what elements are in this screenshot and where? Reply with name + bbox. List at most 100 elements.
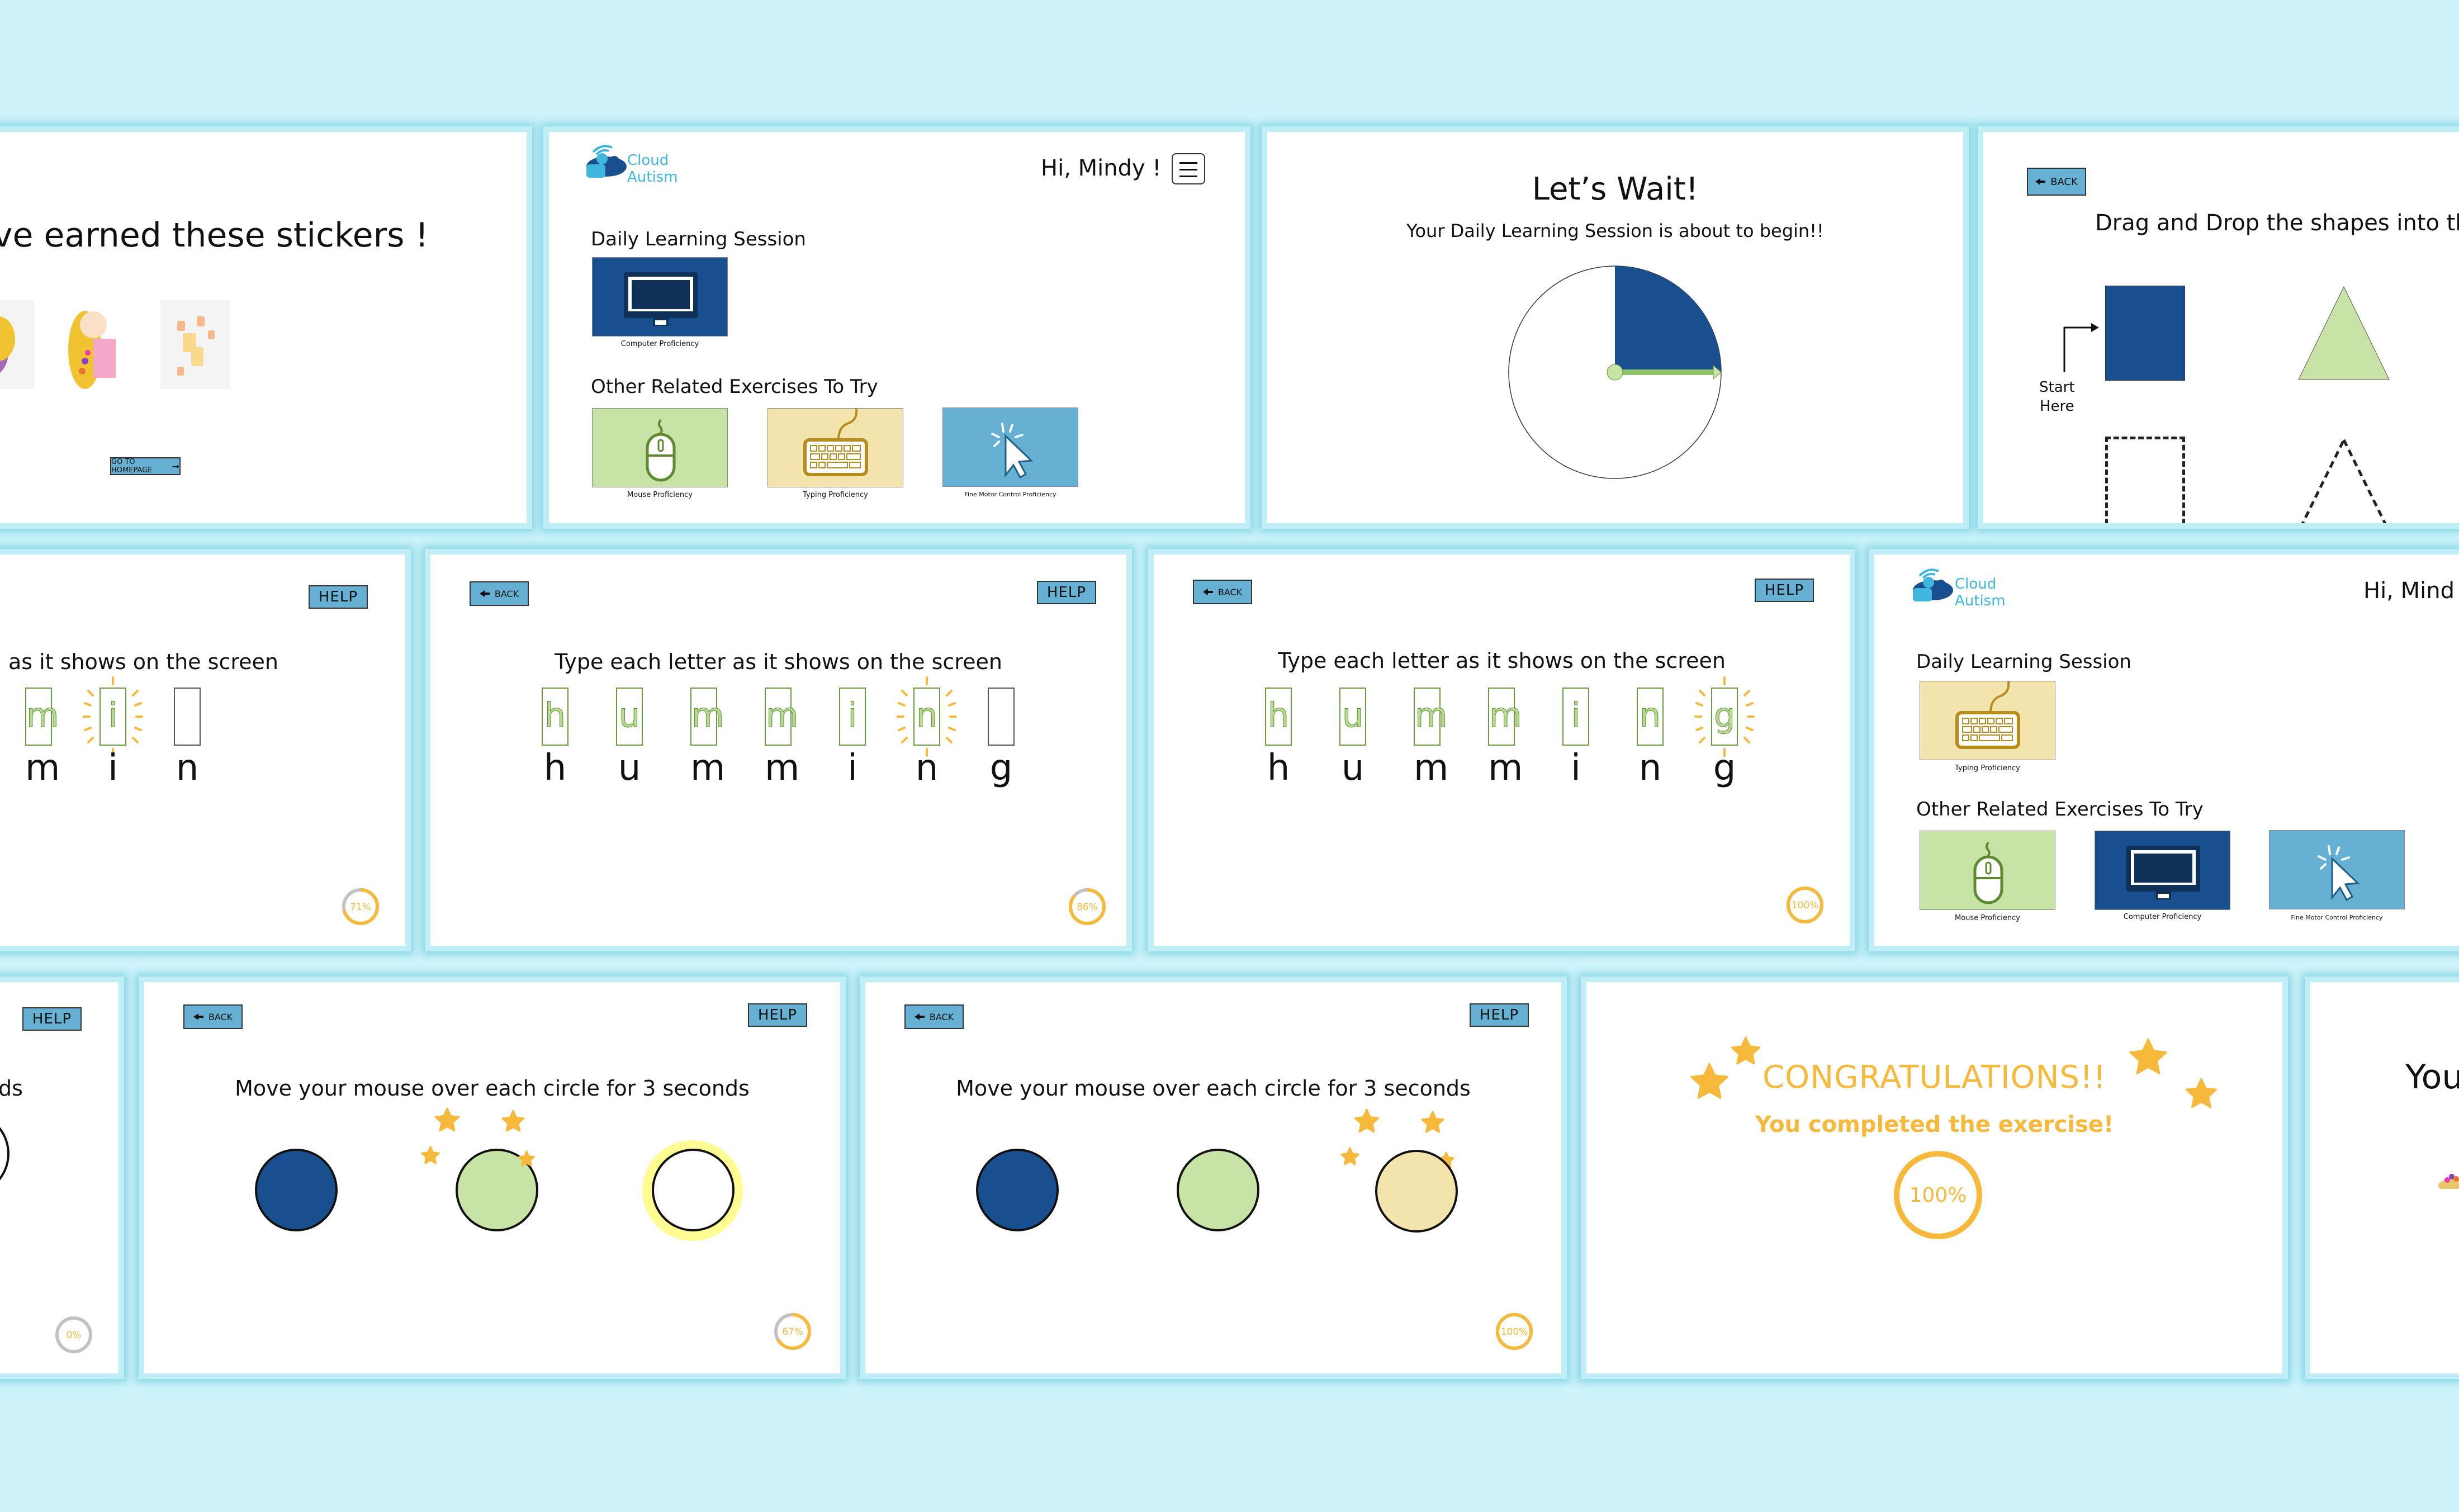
target-letter: i <box>847 747 857 789</box>
wait-screen: Let’s Wait! Your Daily Learning Session … <box>1267 132 1963 523</box>
progress-label: 100% <box>1501 1326 1528 1338</box>
computer-proficiency-label: Computer Proficiency <box>620 340 699 348</box>
mouse-proficiency-tile[interactable] <box>1920 831 2055 910</box>
target-letter: n <box>1638 747 1662 789</box>
cloud-autism-logo-icon <box>1912 566 1954 601</box>
help-button[interactable]: HELP <box>22 1007 82 1031</box>
back-label: BACK <box>2050 176 2078 188</box>
help-button[interactable]: HELP <box>1037 581 1096 604</box>
completion-percent: 100% <box>1909 1183 1967 1207</box>
go-to-homepage-button[interactable]: GO TO HOMEPAGE ➞ <box>110 457 181 475</box>
draggable-square[interactable] <box>2105 286 2185 381</box>
computer-proficiency-tile[interactable] <box>592 257 728 336</box>
arrow-left-icon <box>479 590 490 597</box>
congratulations-screen: CONGRATULATIONS!! You completed the exer… <box>1586 982 2282 1373</box>
progress-label: 100% <box>1792 900 1819 911</box>
letter-box[interactable]: m <box>1488 688 1522 746</box>
help-label: HELP <box>1046 584 1087 601</box>
target-letter: g <box>989 747 1013 789</box>
progress-label: 86% <box>1077 902 1098 913</box>
mouse-icon <box>646 419 676 482</box>
sticker-partial-icon <box>2436 1167 2459 1193</box>
mouse-proficiency-label: Mouse Proficiency <box>1955 914 2020 922</box>
progress-label: 71% <box>350 902 371 913</box>
back-label: BACK <box>1217 586 1243 598</box>
help-button[interactable]: HELP <box>1755 579 1814 602</box>
logo-text: Cloud Autism <box>627 152 678 186</box>
target-letter: m <box>1414 747 1449 789</box>
star-icon <box>434 1107 460 1132</box>
letter-box[interactable]: h <box>1265 688 1292 746</box>
arrow-right-icon: ➞ <box>172 461 179 472</box>
fine-motor-tile[interactable] <box>2269 830 2405 909</box>
letter-box[interactable]: i <box>100 688 126 746</box>
daily-session-heading: Daily Learning Session <box>591 228 806 250</box>
timer-elapsed-wedge <box>1615 266 1721 372</box>
other-exercises-heading: Other Related Exercises To Try <box>591 376 878 398</box>
letter-box[interactable]: m <box>765 688 799 746</box>
drag-instruction: Drag and Drop the shapes into their <box>2095 210 2459 236</box>
help-label: HELP <box>1764 582 1804 599</box>
typing-screen-71: HELP as it shows on the screen mmiin 71% <box>0 554 405 946</box>
letter-box[interactable]: m <box>1414 688 1448 746</box>
progress-ring: 100% <box>1495 1312 1534 1351</box>
typing-proficiency-tile[interactable] <box>1920 681 2055 760</box>
help-button[interactable]: HELP <box>309 585 368 609</box>
keyboard-icon <box>803 408 868 476</box>
star-icon <box>2129 1038 2167 1074</box>
typing-proficiency-tile[interactable] <box>767 408 903 487</box>
letter-box[interactable]: m <box>25 688 59 746</box>
hover-circle-white[interactable] <box>0 1112 10 1196</box>
logo-text: Cloud Autism <box>1955 576 2006 609</box>
star-icon <box>2185 1078 2218 1108</box>
start-arrow-icon <box>2063 323 2099 372</box>
fine-motor-label: Fine Motor Control Proficiency <box>964 491 1056 498</box>
letter-box[interactable]: g <box>1711 688 1738 746</box>
mouse-icon <box>1973 841 2003 904</box>
square-drop-target[interactable] <box>2105 437 2185 523</box>
letter-box-empty[interactable] <box>174 688 201 746</box>
letter-box[interactable]: n <box>913 688 940 746</box>
typing-instruction: Type each letter as it shows on the scre… <box>555 650 1002 674</box>
letter-box[interactable]: i <box>1562 688 1589 746</box>
target-letter: m <box>25 747 60 789</box>
hover-circle-cream[interactable] <box>1375 1150 1458 1233</box>
monitor-icon <box>624 272 698 326</box>
greeting: Hi, Mind <box>2363 578 2455 604</box>
mouse-proficiency-tile[interactable] <box>592 408 728 487</box>
star-icon <box>421 1146 440 1164</box>
letter-box[interactable]: u <box>1339 688 1366 746</box>
mouse-screen-100: BACK HELP Move your mouse over each circ… <box>865 982 1561 1373</box>
computer-proficiency-label: Computer Proficiency <box>2123 913 2202 921</box>
letter-box[interactable]: i <box>839 688 866 746</box>
back-button[interactable]: BACK <box>1193 580 1252 604</box>
draggable-triangle[interactable] <box>2296 286 2391 382</box>
fine-motor-label: Fine Motor Control Proficiency <box>2291 914 2383 921</box>
mouse-screen-67: BACK HELP Move your mouse over each circ… <box>144 982 840 1373</box>
home-screen-typing: Cloud Autism Hi, Mind Daily Learning Ses… <box>1874 554 2459 946</box>
letter-box-empty[interactable] <box>988 688 1015 746</box>
other-exercises-heading: Other Related Exercises To Try <box>1916 798 2204 821</box>
countdown-timer <box>1508 266 1722 479</box>
triangle-drop-target[interactable] <box>2296 437 2391 523</box>
cursor-click-icon <box>991 423 1034 479</box>
computer-proficiency-tile[interactable] <box>2095 831 2230 910</box>
back-button[interactable]: BACK <box>470 581 529 606</box>
hover-circle-white[interactable] <box>652 1149 735 1231</box>
letter-box[interactable]: m <box>690 688 724 746</box>
progress-ring: 71% <box>341 887 380 926</box>
stickers-screen: ve earned these stickers ! GO TO HOMEPAG… <box>0 132 527 523</box>
rapunzel-running-sticker <box>0 300 34 389</box>
letter-box[interactable]: n <box>1637 688 1664 746</box>
partial-title: You <box>2405 1058 2459 1097</box>
letter-box[interactable]: u <box>616 688 643 746</box>
target-letter: m <box>765 747 800 789</box>
partial-screen: You <box>2310 982 2459 1373</box>
back-button[interactable]: BACK <box>2027 168 2086 196</box>
mouse-proficiency-label: Mouse Proficiency <box>627 491 693 499</box>
greeting: Hi, Mindy ! <box>1041 155 1162 181</box>
hamburger-menu-button[interactable] <box>1172 153 1205 184</box>
letter-box[interactable]: h <box>542 688 568 746</box>
target-letter: h <box>543 747 567 789</box>
fine-motor-tile[interactable] <box>942 407 1078 487</box>
